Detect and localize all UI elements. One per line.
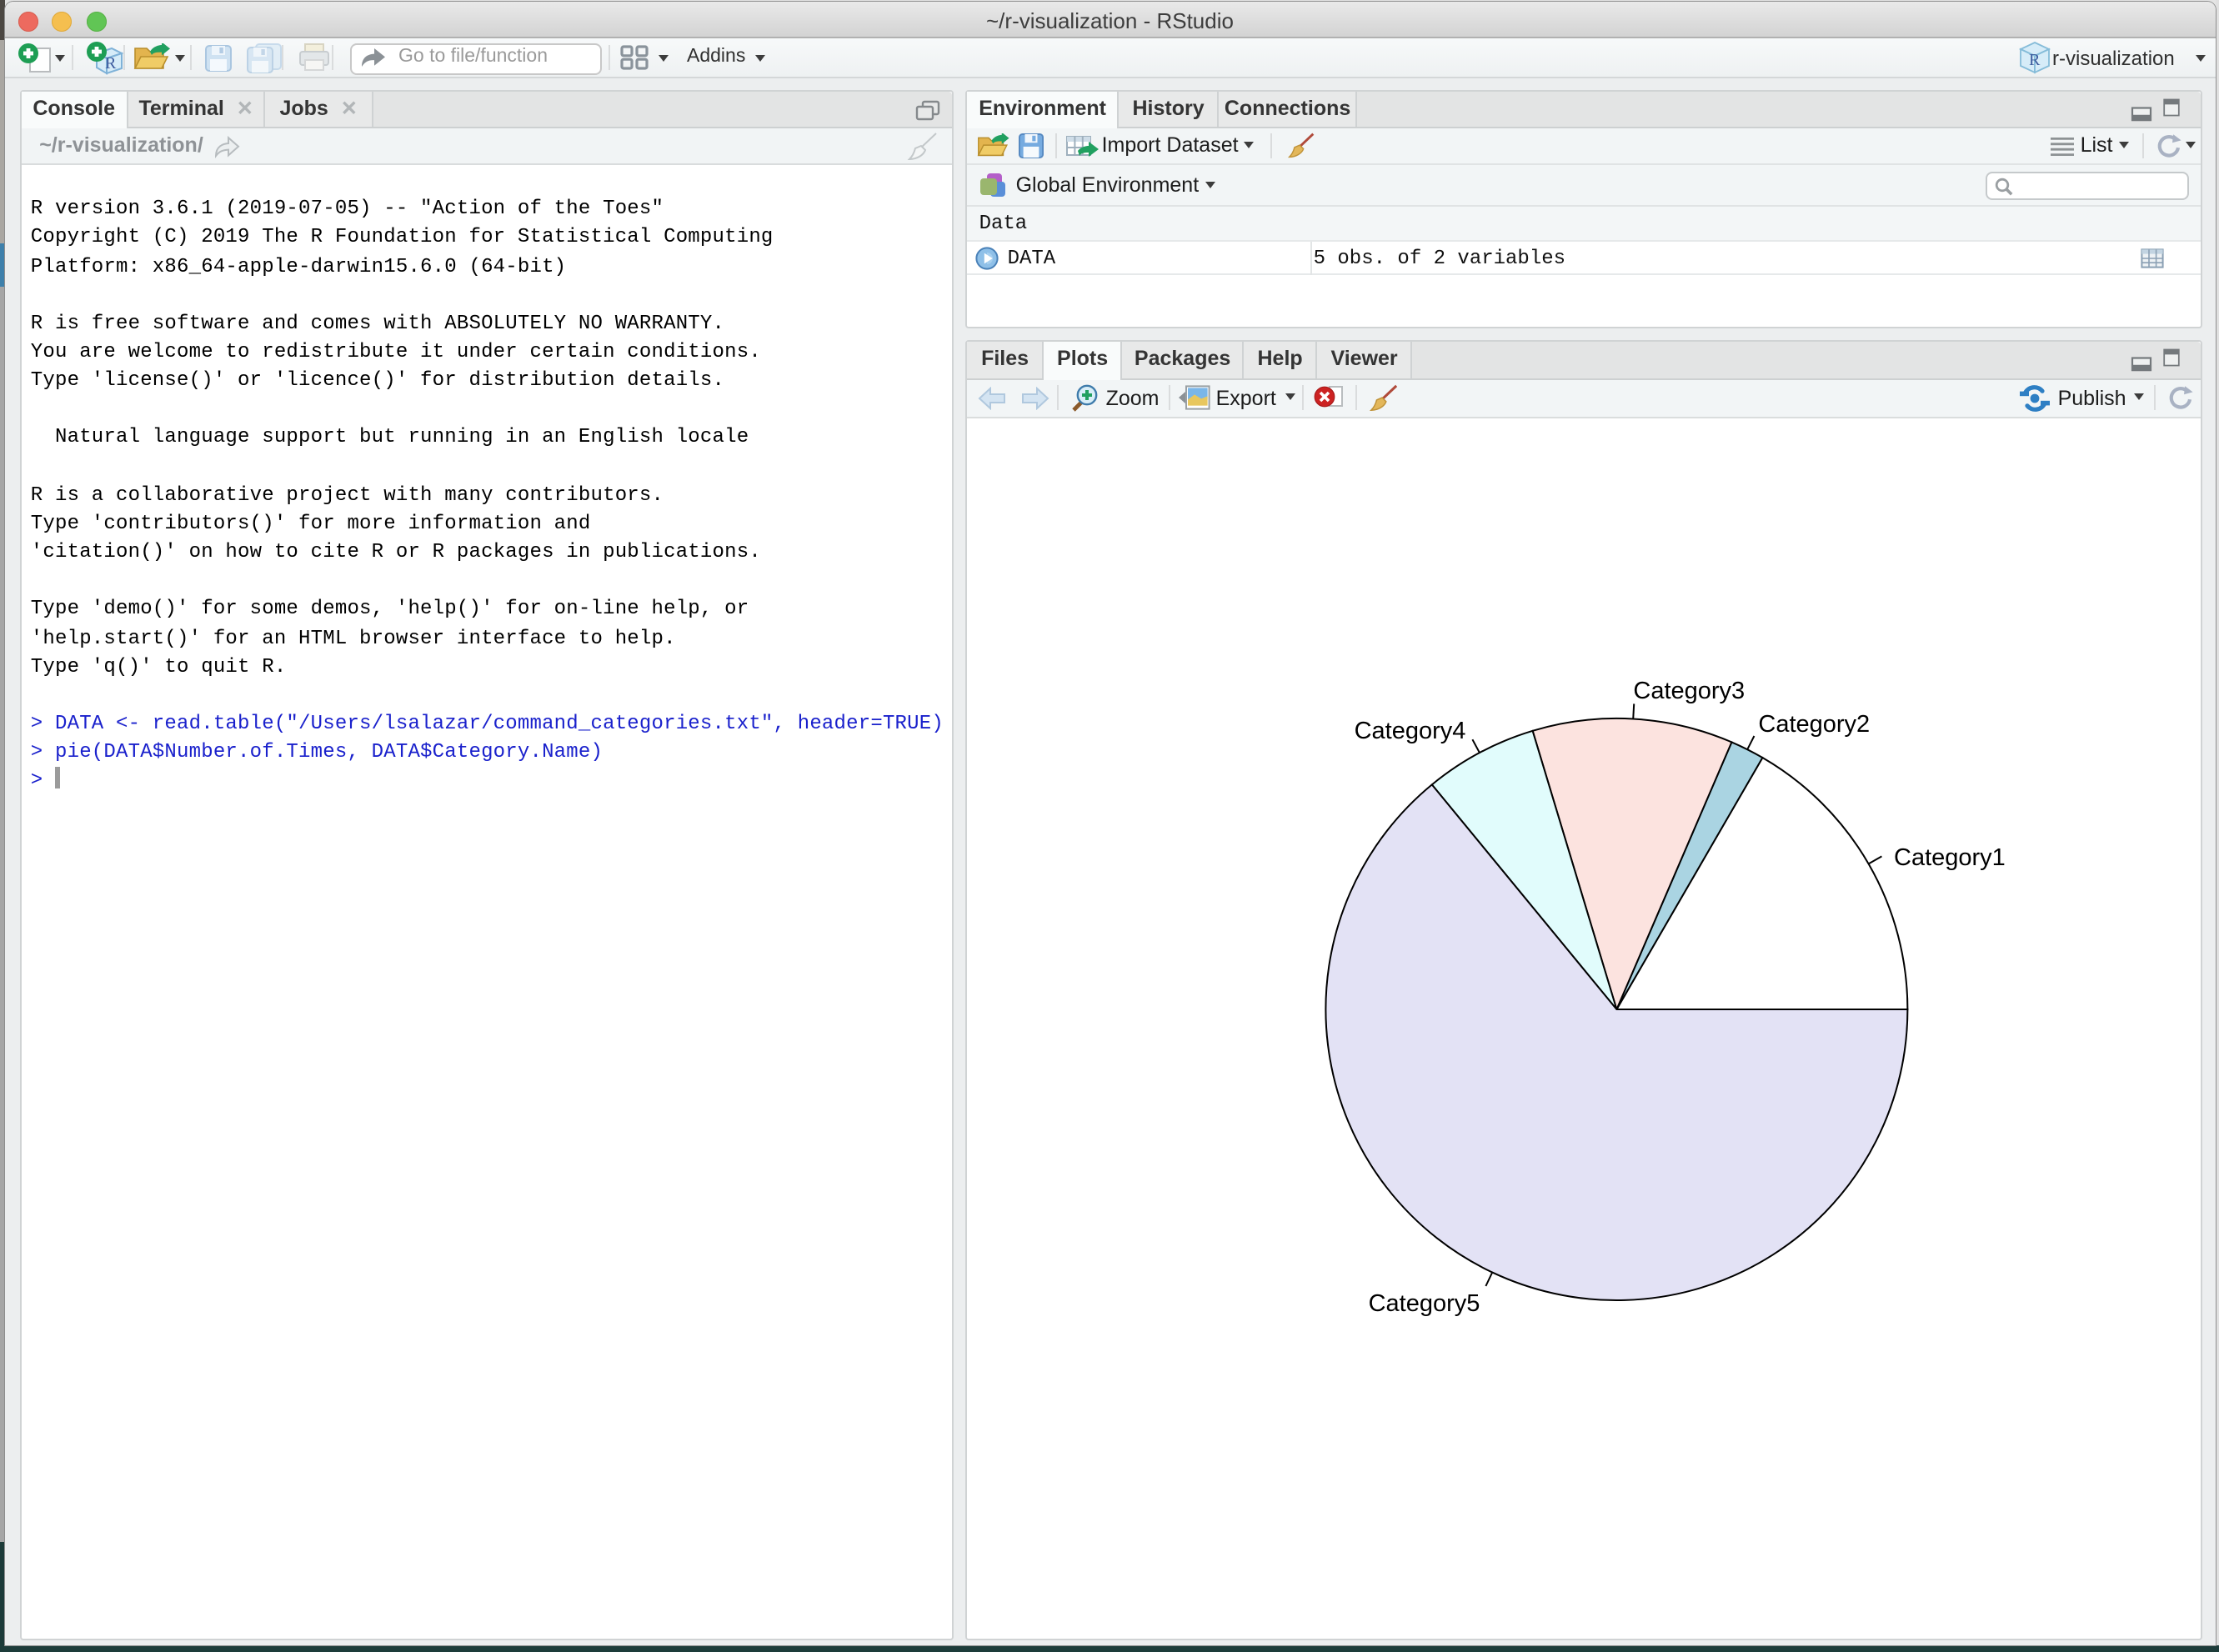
svg-text:Category2: Category2: [1759, 710, 1871, 737]
svg-text:Category4: Category4: [1355, 717, 1466, 743]
svg-text:Category1: Category1: [1895, 844, 2006, 870]
svg-text:R: R: [2029, 51, 2041, 69]
svg-text:R: R: [105, 54, 117, 73]
svg-text:Category5: Category5: [1369, 1289, 1480, 1316]
svg-text:Category3: Category3: [1634, 677, 1746, 703]
